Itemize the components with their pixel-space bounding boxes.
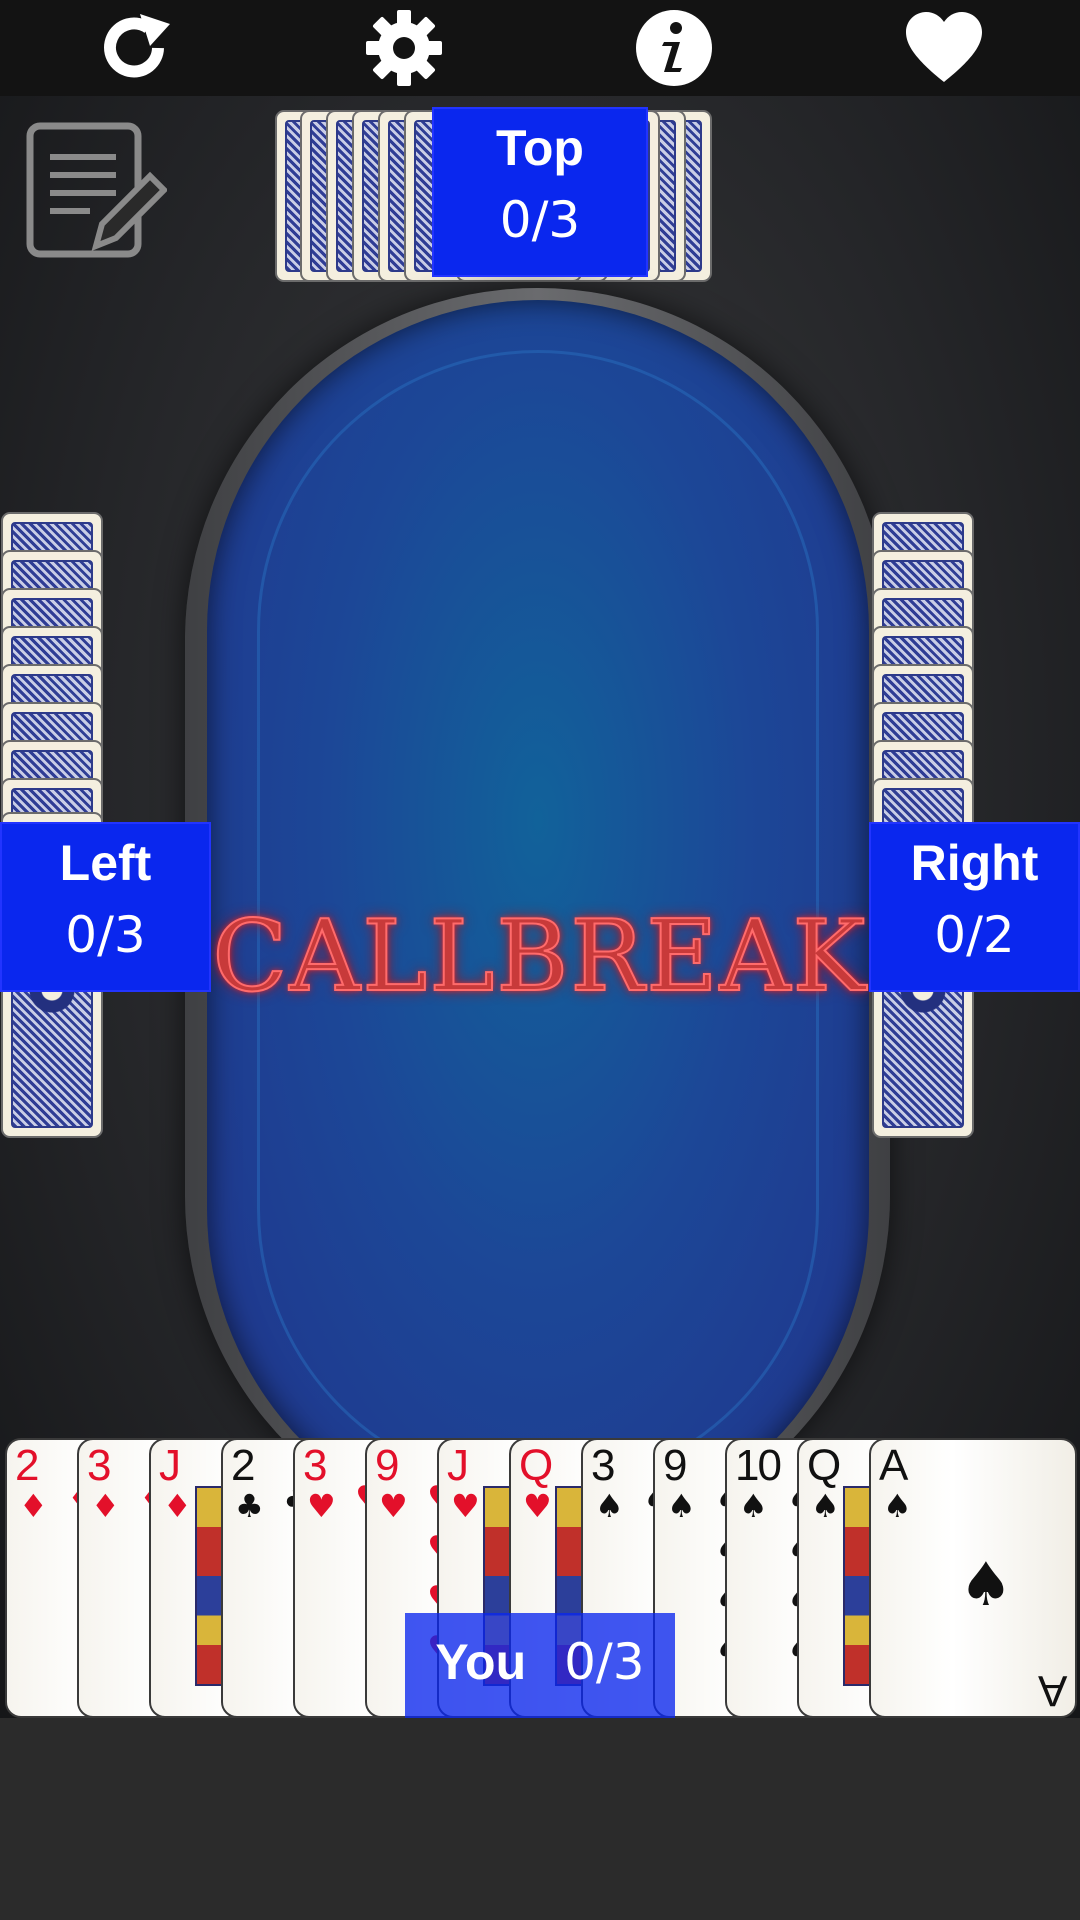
heart-icon[interactable] bbox=[904, 8, 984, 88]
left-player-score: 0/3 bbox=[65, 906, 146, 964]
card-suit: ♥ bbox=[379, 1487, 408, 1525]
game-area: CALLBREAK Top 0/3 Left 0/3 Right 0/2 2♦♦… bbox=[0, 0, 1080, 1718]
card-rank-bottom: A bbox=[1037, 1666, 1067, 1715]
right-player-score: 0/2 bbox=[934, 906, 1015, 964]
bottom-blank-area bbox=[0, 1718, 1080, 1920]
card-suit: ♠ bbox=[883, 1487, 912, 1525]
card-rank: 9 bbox=[663, 1441, 688, 1490]
card-rank: Q bbox=[807, 1441, 841, 1490]
info-icon[interactable] bbox=[634, 8, 714, 88]
you-name: You bbox=[435, 1634, 527, 1690]
card-rank: 2 bbox=[231, 1441, 256, 1490]
top-player-name: Top bbox=[496, 120, 584, 176]
card-suit: ♦ bbox=[19, 1487, 48, 1525]
gear-icon[interactable] bbox=[364, 8, 444, 88]
ace-center-suit: ♠ bbox=[959, 1550, 1013, 1620]
card-suit: ♦ bbox=[91, 1487, 120, 1525]
game-title: CALLBREAK bbox=[211, 899, 868, 1015]
card-rank: 9 bbox=[375, 1441, 400, 1490]
card-rank: 3 bbox=[591, 1441, 616, 1490]
card-rank: 2 bbox=[15, 1441, 40, 1490]
card-rank: J bbox=[159, 1441, 181, 1490]
you-score-box: You 0/3 bbox=[405, 1613, 675, 1718]
top-player-score-box: Top 0/3 bbox=[432, 107, 648, 277]
card-suit: ♦ bbox=[163, 1487, 192, 1525]
card-rank: A bbox=[879, 1441, 908, 1490]
card-suit: ♥ bbox=[451, 1487, 480, 1525]
left-player-score-box: Left 0/3 bbox=[0, 822, 211, 992]
card-suit: ♠ bbox=[739, 1487, 768, 1525]
card-rank: 3 bbox=[303, 1441, 328, 1490]
refresh-icon[interactable] bbox=[96, 8, 176, 88]
top-player-score: 0/3 bbox=[499, 191, 581, 249]
card-rank: Q bbox=[519, 1441, 553, 1490]
right-player-score-box: Right 0/2 bbox=[869, 822, 1080, 992]
card-suit: ♣ bbox=[235, 1487, 264, 1525]
card-suit: ♥ bbox=[307, 1487, 336, 1525]
card-rank: 3 bbox=[87, 1441, 112, 1490]
card-suit: ♥ bbox=[523, 1487, 552, 1525]
card-suit: ♠ bbox=[595, 1487, 624, 1525]
card-rank: 10 bbox=[735, 1441, 782, 1490]
hand-card[interactable]: A ♠ ♠ A bbox=[869, 1438, 1077, 1718]
right-player-name: Right bbox=[910, 835, 1039, 891]
scorecard-notes-icon[interactable] bbox=[22, 120, 169, 265]
you-score: 0/3 bbox=[564, 1633, 645, 1691]
top-toolbar bbox=[0, 0, 1080, 96]
card-suit: ♠ bbox=[667, 1487, 696, 1525]
card-rank: J bbox=[447, 1441, 469, 1490]
left-player-name: Left bbox=[59, 835, 152, 891]
card-suit: ♠ bbox=[811, 1487, 840, 1525]
